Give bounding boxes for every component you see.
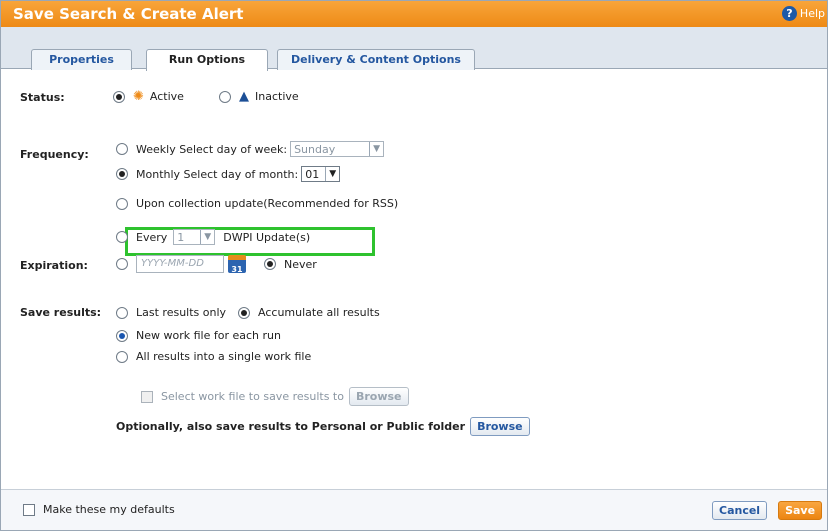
status-inactive-label: Inactive — [255, 90, 299, 103]
make-defaults-option[interactable]: Make these my defaults — [23, 503, 175, 516]
select-work-file-option[interactable]: Select work file to save results to Brow… — [141, 387, 409, 406]
new-work-file-label: New work file for each run — [136, 329, 281, 342]
status-label: Status: — [20, 91, 65, 104]
single-work-file-radio[interactable] — [116, 350, 128, 363]
every-count-select[interactable]: 1 ▼ — [173, 229, 216, 245]
status-active-label: Active — [149, 90, 184, 103]
frequency-weekly-label: Weekly Select day of week: — [136, 142, 288, 156]
select-work-file-label: Select work file to save results to — [161, 390, 344, 403]
save-button[interactable]: Save — [778, 501, 823, 520]
footer-buttons: Cancel Save — [712, 501, 823, 520]
expiration-date-option[interactable]: YYYY-MM-DD 31 Never — [116, 255, 317, 274]
frequency-label: Frequency: — [20, 148, 89, 161]
optional-folder-row: Optionally, also save results to Persona… — [116, 417, 530, 436]
help-label: Help — [799, 7, 825, 20]
status-inactive-option[interactable]: ▲ Inactive — [219, 90, 299, 103]
day-of-month-select[interactable]: 01 ▼ — [301, 166, 341, 182]
select-work-file-checkbox[interactable] — [141, 390, 153, 403]
single-work-file-label: All results into a single work file — [136, 350, 312, 363]
accumulate-all-results-radio[interactable] — [238, 306, 251, 319]
tab-properties[interactable]: Properties — [31, 49, 132, 70]
bell-off-icon: ▲ — [239, 88, 249, 104]
frequency-monthly-option[interactable]: Monthly Select day of month: 01 ▼ — [116, 166, 341, 182]
single-work-file-option[interactable]: All results into a single work file — [116, 350, 311, 363]
chevron-down-icon: ▼ — [369, 142, 383, 156]
browse-folder-button[interactable]: Browse — [470, 417, 530, 436]
status-inactive-radio[interactable] — [219, 90, 231, 103]
chevron-down-icon: ▼ — [200, 230, 214, 244]
save-results-mode-options: Last results only Accumulate all results — [116, 306, 380, 319]
tab-run-options[interactable]: Run Options — [146, 49, 268, 71]
frequency-monthly-radio[interactable] — [116, 168, 128, 180]
frequency-every-label: Every — [136, 230, 168, 244]
save-search-dialog: Save Search & Create Alert ? Help Proper… — [0, 0, 828, 531]
expiration-date-input[interactable]: YYYY-MM-DD — [136, 255, 224, 273]
day-of-week-select[interactable]: Sunday ▼ — [290, 141, 385, 157]
expiration-never-label: Never — [284, 257, 317, 271]
expiration-never-radio[interactable] — [264, 258, 276, 270]
frequency-weekly-option[interactable]: Weekly Select day of week: Sunday ▼ — [116, 141, 385, 157]
optional-folder-label: Optionally, also save results to Persona… — [116, 420, 466, 433]
frequency-upon-update-option[interactable]: Upon collection update(Recommended for R… — [116, 197, 398, 210]
last-results-only-label: Last results only — [136, 306, 227, 319]
help-link[interactable]: ? Help — [781, 6, 825, 21]
bell-icon: ✺ — [133, 88, 144, 104]
dialog-footer: Make these my defaults Cancel Save — [1, 489, 827, 530]
run-options-panel: Status: ✺ Active ▲ Inactive Frequency: W… — [1, 69, 827, 489]
browse-work-file-button[interactable]: Browse — [348, 387, 409, 406]
frequency-every-suffix: DWPI Update(s) — [223, 230, 311, 244]
new-work-file-radio[interactable] — [116, 329, 128, 342]
frequency-every-option[interactable]: Every 1 ▼ DWPI Update(s) — [116, 229, 310, 245]
new-work-file-option[interactable]: New work file for each run — [116, 329, 281, 342]
help-icon: ? — [781, 6, 797, 21]
every-count-value: 1 — [177, 230, 185, 244]
last-results-only-radio[interactable] — [116, 306, 128, 319]
calendar-icon[interactable]: 31 — [228, 255, 246, 274]
save-results-label: Save results: — [20, 306, 102, 319]
day-of-week-value: Sunday — [294, 142, 336, 156]
tab-strip: Properties Run Options Delivery & Conten… — [1, 27, 827, 71]
accumulate-all-results-label: Accumulate all results — [258, 306, 380, 319]
expiration-date-radio[interactable] — [116, 258, 128, 270]
cancel-button[interactable]: Cancel — [712, 501, 768, 520]
status-active-option[interactable]: ✺ Active — [113, 90, 184, 103]
status-active-radio[interactable] — [113, 90, 125, 103]
dialog-title: Save Search & Create Alert — [13, 5, 244, 23]
frequency-every-radio[interactable] — [116, 231, 128, 243]
make-defaults-label: Make these my defaults — [43, 503, 175, 516]
day-of-month-value: 01 — [305, 167, 320, 181]
chevron-down-icon: ▼ — [325, 167, 339, 181]
frequency-weekly-radio[interactable] — [116, 143, 128, 155]
make-defaults-checkbox[interactable] — [23, 503, 35, 516]
frequency-upon-update-label: Upon collection update(Recommended for R… — [136, 197, 399, 210]
frequency-monthly-label: Monthly Select day of month: — [136, 167, 299, 181]
tab-delivery-content-options[interactable]: Delivery & Content Options — [277, 49, 475, 70]
title-bar: Save Search & Create Alert ? Help — [1, 1, 827, 27]
expiration-label: Expiration: — [20, 259, 88, 272]
frequency-upon-update-radio[interactable] — [116, 197, 128, 210]
